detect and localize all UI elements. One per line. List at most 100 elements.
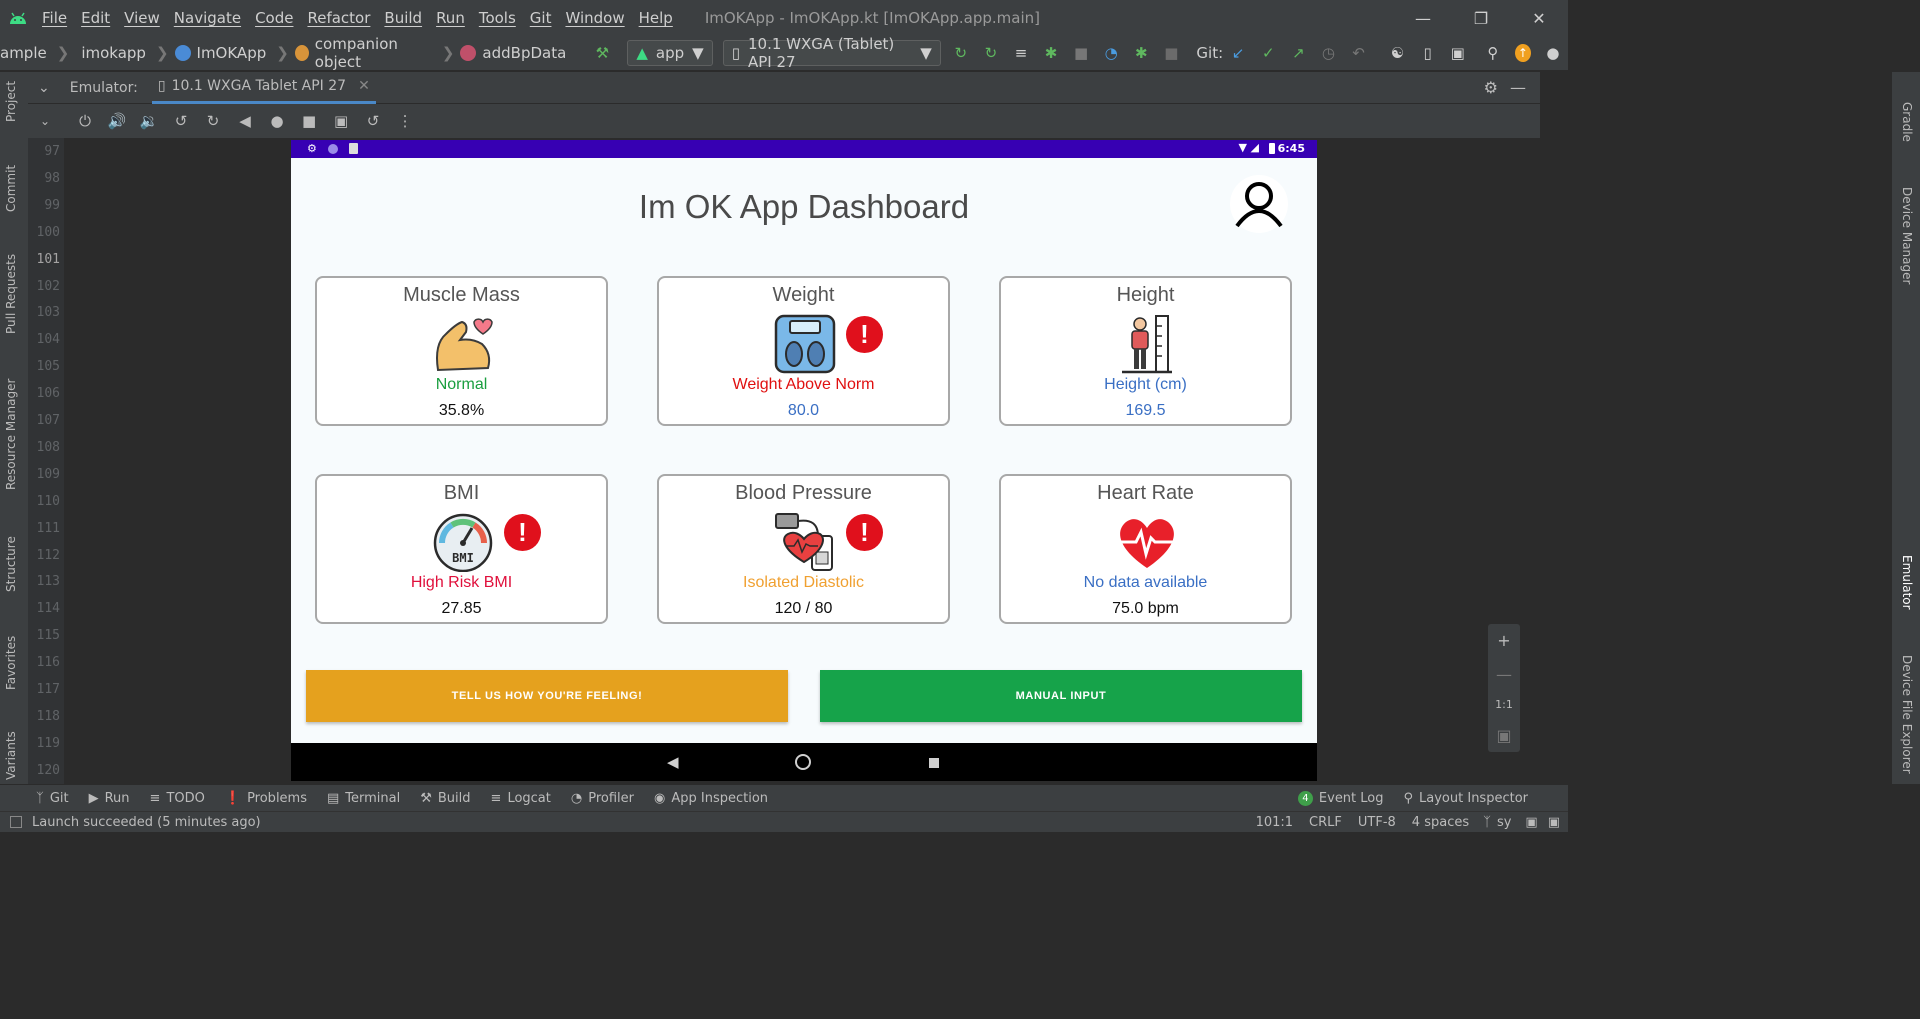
home-icon[interactable]: ●	[268, 112, 286, 130]
tool-commit[interactable]: Commit	[4, 165, 18, 212]
tool-windows-toggle-icon[interactable]	[10, 816, 22, 828]
tool-window-event-log[interactable]: 4 Event Log	[1297, 790, 1384, 806]
menu-build[interactable]: Build	[384, 9, 422, 27]
height-card[interactable]: Height Height (cm) 169.5	[999, 276, 1292, 426]
menu-tools[interactable]: Tools	[479, 9, 516, 27]
attach-debugger-icon[interactable]: ✱	[1133, 44, 1149, 62]
run-tests-icon[interactable]: ≡	[1013, 44, 1029, 62]
volume-down-icon[interactable]: 🔉	[140, 112, 159, 130]
menu-code[interactable]: Code	[255, 9, 293, 27]
muscle-mass-card[interactable]: Muscle Mass Normal 35.8%	[315, 276, 608, 426]
rotate-right-icon[interactable]: ↻	[204, 112, 222, 130]
device-select[interactable]: ▯ 10.1 WXGA (Tablet) API 27 ▼	[722, 35, 941, 71]
device-mirror-icon[interactable]: ☯	[1390, 44, 1406, 62]
tool-favorites[interactable]: Favorites	[4, 636, 18, 690]
profile-icon[interactable]: ◔	[1103, 44, 1119, 62]
tool-structure[interactable]: Structure	[4, 536, 18, 592]
blood-pressure-card[interactable]: Blood Pressure ! Isolated Diastolic 120 …	[657, 474, 950, 624]
tool-device-manager[interactable]: Device Manager	[1900, 187, 1914, 284]
manual-input-button[interactable]: MANUAL INPUT	[820, 670, 1302, 722]
breadcrumb-class[interactable]: ImOKApp ❯	[174, 44, 289, 62]
build-hammer-icon[interactable]: ⚒	[594, 44, 610, 62]
indent-setting[interactable]: 4 spaces	[1412, 815, 1469, 830]
file-encoding[interactable]: UTF-8	[1358, 815, 1396, 830]
profile-avatar-icon[interactable]	[1229, 174, 1289, 234]
breadcrumb-function[interactable]: addBpData	[460, 44, 566, 62]
git-rollback-icon[interactable]: ↶	[1350, 44, 1366, 62]
line-separator[interactable]: CRLF	[1309, 815, 1342, 830]
zoom-out-icon[interactable]: —	[1496, 665, 1512, 684]
git-commit-icon[interactable]: ✓	[1260, 44, 1276, 62]
menu-edit[interactable]: Edit	[81, 9, 110, 27]
tool-window-run[interactable]: ▶ Run	[89, 791, 130, 806]
menu-file[interactable]: File	[42, 9, 67, 27]
menu-window[interactable]: Window	[565, 9, 624, 27]
tool-device-file-explorer[interactable]: Device File Explorer	[1900, 655, 1914, 774]
cursor-position[interactable]: 101:1	[1256, 815, 1293, 830]
weight-card[interactable]: Weight ! Weight Above Norm 80.0	[657, 276, 950, 426]
tool-project[interactable]: Project	[4, 81, 18, 122]
tell-us-feeling-button[interactable]: TELL US HOW YOU'RE FEELING!	[306, 670, 788, 722]
search-icon[interactable]: ⚲	[1485, 44, 1501, 62]
emulator-tab[interactable]: ▯ 10.1 WXGA Tablet API 27 ✕	[151, 72, 376, 104]
nav-back-icon[interactable]: ◀	[667, 753, 679, 771]
coverage-icon[interactable]: ■	[1073, 44, 1089, 62]
close-tab-icon[interactable]: ✕	[358, 78, 370, 94]
stop-icon[interactable]: ■	[1163, 44, 1179, 62]
settings-gear-icon[interactable]: ⚙	[1484, 78, 1498, 97]
tool-variants[interactable]: Variants	[4, 731, 18, 780]
restore-button[interactable]: ❐	[1452, 0, 1510, 36]
menu-refactor[interactable]: Refactor	[307, 9, 370, 27]
breadcrumb-object[interactable]: companion object ❯	[294, 35, 454, 71]
tool-window-app-inspection[interactable]: ◉ App Inspection	[654, 791, 768, 806]
git-branch-label[interactable]: sy	[1497, 815, 1511, 830]
tool-gradle[interactable]: Gradle	[1900, 102, 1914, 142]
git-history-icon[interactable]: ◷	[1320, 44, 1336, 62]
back-icon[interactable]: ◀	[236, 112, 254, 130]
heart-rate-card[interactable]: Heart Rate No data available 75.0 bpm	[999, 474, 1292, 624]
nav-overview-icon[interactable]	[929, 758, 939, 768]
menu-navigate[interactable]: Navigate	[174, 9, 241, 27]
collapse-arrow-icon[interactable]: ⌄	[38, 80, 50, 96]
tool-window-terminal[interactable]: ▤ Terminal	[327, 791, 400, 806]
menu-run[interactable]: Run	[436, 9, 465, 27]
tool-window-problems[interactable]: ❗ Problems	[225, 791, 307, 806]
bmi-card[interactable]: BMI BMI ! High Risk BMI 27.85	[315, 474, 608, 624]
update-icon[interactable]: ↑	[1514, 44, 1531, 62]
tool-window-logcat[interactable]: ≡ Logcat	[491, 791, 551, 806]
rotate-left-icon[interactable]: ↺	[172, 112, 190, 130]
device-screen[interactable]: ⚙ ▼ ◢ 6:45 Im OK App Dashboard Muscle Ma…	[291, 140, 1317, 781]
minimize-button[interactable]: —	[1394, 0, 1452, 36]
sdk-manager-icon[interactable]: ▣	[1450, 44, 1466, 62]
more-options-icon[interactable]: ⋮	[396, 112, 414, 130]
tool-window-layout-inspector[interactable]: ⚲ Layout Inspector	[1404, 791, 1529, 806]
overview-icon[interactable]: ■	[300, 112, 318, 130]
tool-emulator[interactable]: Emulator	[1900, 555, 1914, 610]
apply-code-changes-icon[interactable]: ↻	[983, 44, 999, 62]
snapshot-icon[interactable]: ↺	[364, 112, 382, 130]
apply-changes-restart-icon[interactable]: ↻	[953, 44, 969, 62]
screenshot-icon[interactable]: ▣	[332, 112, 350, 130]
user-icon[interactable]: ●	[1545, 44, 1561, 62]
menu-git[interactable]: Git	[530, 9, 552, 27]
tool-window-git[interactable]: ᛉ Git	[36, 791, 69, 806]
tool-resource-manager[interactable]: Resource Manager	[4, 379, 18, 490]
status-message[interactable]: Launch succeeded (5 minutes ago)	[32, 815, 261, 830]
chevron-down-icon[interactable]: ⌄	[40, 114, 50, 128]
debug-icon[interactable]: ✱	[1043, 44, 1059, 62]
nav-home-icon[interactable]	[795, 754, 811, 770]
breadcrumb-package[interactable]: imokapp ❯	[81, 44, 168, 62]
memory-indicator-icon[interactable]: ▣	[1548, 815, 1560, 830]
zoom-fit-icon[interactable]: ▣	[1496, 726, 1511, 745]
close-button[interactable]: ✕	[1510, 0, 1568, 36]
run-config-select[interactable]: ▲ app ▼	[627, 40, 713, 66]
tool-window-profiler[interactable]: ◔ Profiler	[571, 791, 634, 806]
volume-up-icon[interactable]: 🔊	[108, 112, 127, 130]
device-manager-icon[interactable]: ▯	[1420, 44, 1436, 62]
power-icon[interactable]: ⏻	[76, 112, 94, 130]
tool-pull-requests[interactable]: Pull Requests	[4, 254, 18, 334]
zoom-actual-size-button[interactable]: 1:1	[1495, 698, 1513, 711]
lock-icon[interactable]: ▣	[1525, 815, 1537, 830]
hide-panel-icon[interactable]: —	[1510, 78, 1526, 97]
menu-view[interactable]: View	[124, 9, 160, 27]
